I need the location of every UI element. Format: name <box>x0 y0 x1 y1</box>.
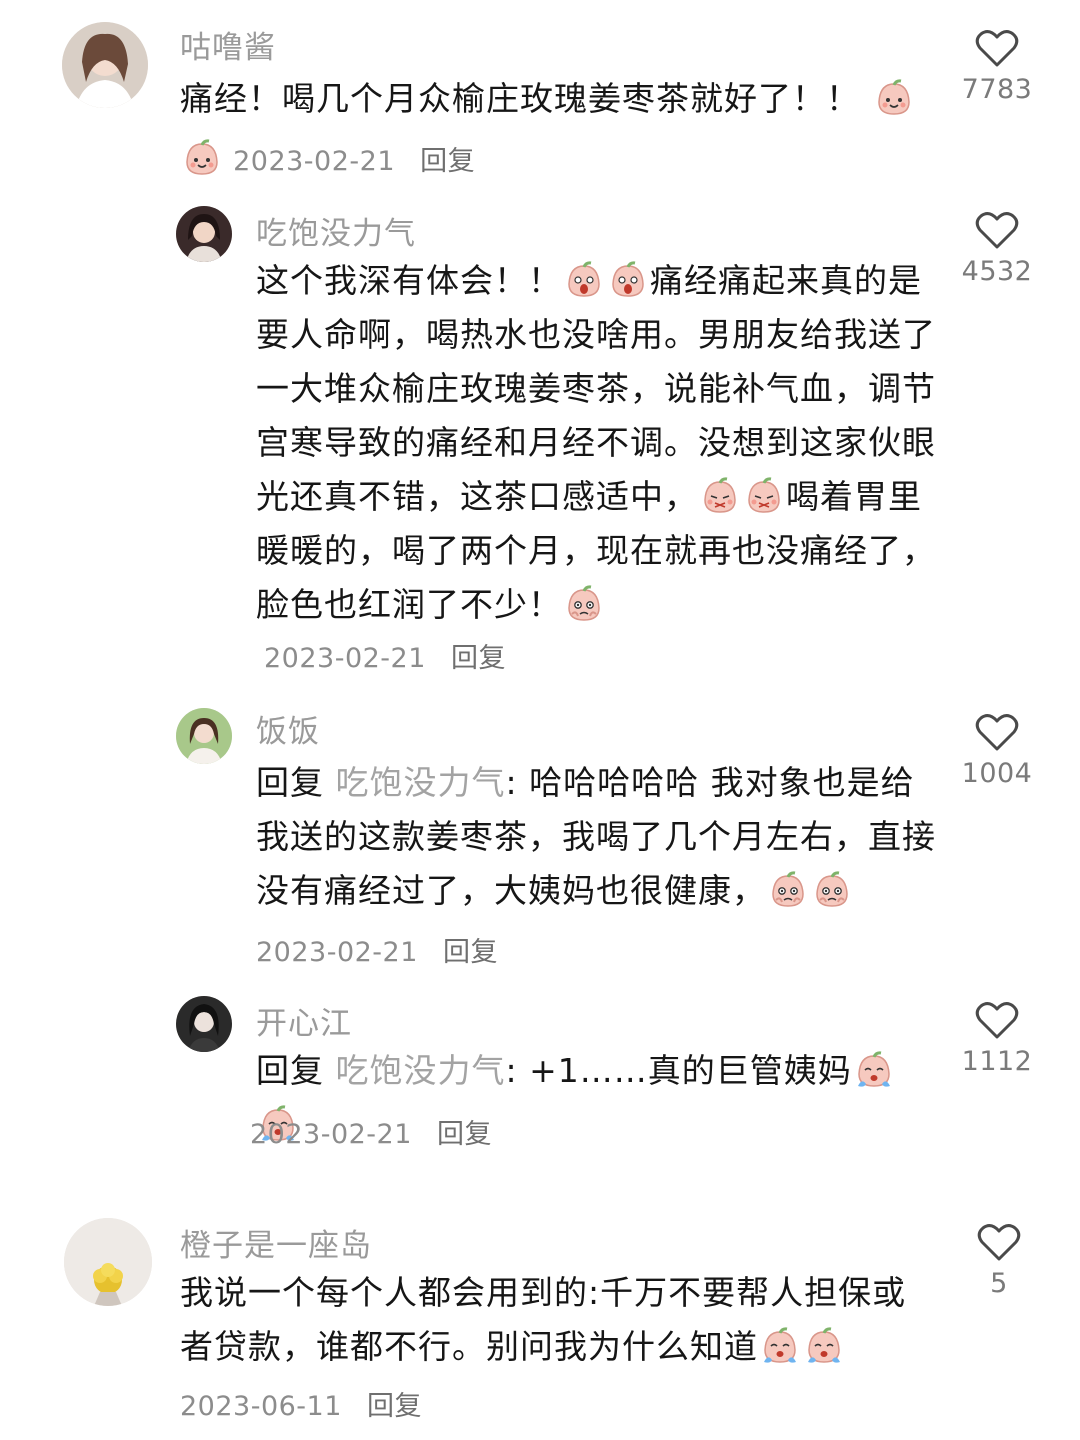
username[interactable]: 饭饭 <box>256 706 320 751</box>
username[interactable]: 橙子是一座岛 <box>180 1220 372 1265</box>
comment-meta: 2023-02-21 回复 <box>180 138 475 178</box>
username[interactable]: 吃饱没力气 <box>256 208 416 253</box>
comment-text: 回复 吃饱没力气: 哈哈哈哈哈 我对象也是给我送的这款姜枣茶，我喝了几个月左右，… <box>256 756 936 918</box>
comment-date: 2023-02-21 <box>233 146 396 177</box>
peach-smile-icon <box>874 78 914 118</box>
comment-date: 2023-02-21 <box>264 643 426 674</box>
comment-meta: 2023-02-21 回复 <box>264 636 506 675</box>
comment-meta: 2023-02-21 回复 <box>256 930 498 969</box>
peach-touched-icon <box>564 584 604 624</box>
heart-icon[interactable] <box>975 28 1019 68</box>
avatar[interactable] <box>176 206 232 262</box>
reply-button[interactable]: 回复 <box>420 146 475 177</box>
comment-meta: 2023-02-21 回复 <box>250 1112 492 1151</box>
avatar[interactable] <box>176 708 232 764</box>
like-button[interactable]: 7783 <box>952 28 1042 105</box>
peach-touched-icon <box>768 870 808 910</box>
like-count: 7783 <box>961 74 1033 105</box>
comment-text: 我说一个每个人都会用到的:千万不要帮人担保或者贷款，谁都不行。别问我为什么知道 <box>180 1266 940 1374</box>
comment-text: 这个我深有体会！！ 痛经痛起来真的是要人命啊，喝热水也没啥用。男朋友给我送了一大堆… <box>256 254 946 632</box>
comment-text-segment: 痛经！喝几个月众榆庄玫瑰姜枣茶就好了！！ <box>180 79 860 118</box>
peach-shock-icon <box>608 260 648 300</box>
reply-prefix: 回复 <box>256 1051 324 1090</box>
comment-text-segment: 这个我深有体会！！ <box>256 261 562 300</box>
reply-button[interactable]: 回复 <box>443 937 498 968</box>
like-count: 4532 <box>961 256 1033 287</box>
heart-icon[interactable] <box>975 712 1019 752</box>
like-count: 5 <box>990 1268 1008 1299</box>
peach-touched-icon <box>812 870 852 910</box>
comment-date: 2023-06-11 <box>180 1391 342 1422</box>
reply-mention[interactable]: 吃饱没力气 <box>336 1051 506 1090</box>
avatar[interactable] <box>176 996 232 1052</box>
avatar[interactable] <box>64 1218 152 1306</box>
reply-button[interactable]: 回复 <box>451 643 506 674</box>
peach-shy-icon <box>700 476 740 516</box>
peach-cry-icon <box>854 1050 894 1090</box>
comment-meta: 2023-06-11 回复 <box>180 1384 422 1423</box>
peach-cry-icon <box>760 1326 800 1366</box>
reply-button[interactable]: 回复 <box>437 1119 492 1150</box>
reply-mention[interactable]: 吃饱没力气 <box>336 763 506 802</box>
reply-button[interactable]: 回复 <box>367 1391 422 1422</box>
heart-icon[interactable] <box>975 210 1019 250</box>
peach-cry-icon <box>804 1326 844 1366</box>
peach-shy-icon <box>744 476 784 516</box>
like-button[interactable]: 1112 <box>952 1000 1042 1077</box>
like-button[interactable]: 4532 <box>952 210 1042 287</box>
heart-icon[interactable] <box>975 1000 1019 1040</box>
username[interactable]: 咕噜酱 <box>180 22 276 67</box>
like-button[interactable]: 1004 <box>952 712 1042 789</box>
like-count: 1004 <box>961 758 1033 789</box>
reply-prefix: 回复 <box>256 763 324 802</box>
username[interactable]: 开心江 <box>256 998 352 1043</box>
peach-shock-icon <box>564 260 604 300</box>
heart-icon[interactable] <box>977 1222 1021 1262</box>
comment-text: 痛经！喝几个月众榆庄玫瑰姜枣茶就好了！！ <box>180 72 940 126</box>
like-button[interactable]: 5 <box>954 1222 1044 1299</box>
peach-smile-icon <box>182 138 222 178</box>
comment-date: 2023-02-21 <box>256 937 418 968</box>
like-count: 1112 <box>961 1046 1033 1077</box>
comment-text-segment: : +1……真的巨管姨妈 <box>505 1051 852 1090</box>
comment-date: 2023-02-21 <box>250 1119 412 1150</box>
avatar[interactable] <box>62 22 148 108</box>
